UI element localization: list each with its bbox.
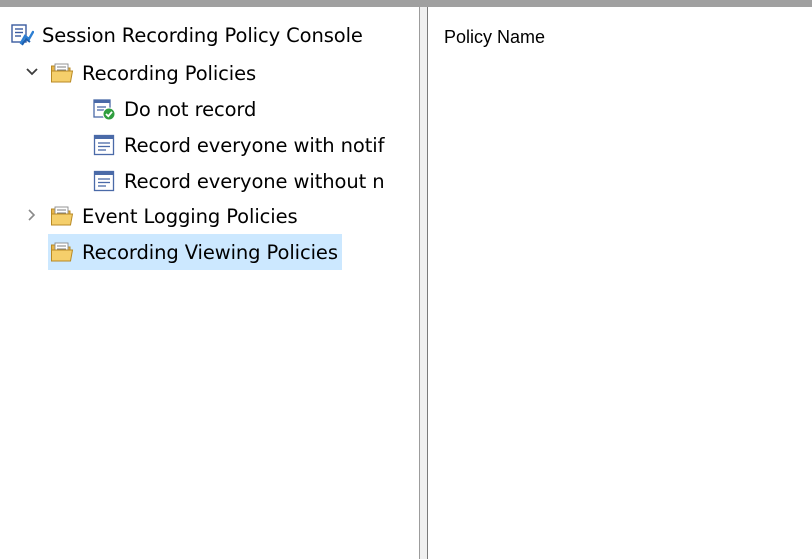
console-icon	[10, 23, 35, 47]
mmc-window: Session Recording Policy Console Recordi…	[0, 0, 812, 559]
folder-icon	[50, 240, 74, 264]
tree-node-label: Record everyone without n	[124, 169, 385, 193]
tree-node-label: Record everyone with notif	[124, 133, 385, 157]
folder-icon	[50, 204, 74, 228]
folder-icon	[50, 61, 74, 85]
chevron-right-icon[interactable]	[24, 207, 40, 223]
tree-node-label: Recording Viewing Policies	[82, 240, 338, 264]
tree-node-recording-viewing-policies[interactable]: Recording Viewing Policies	[48, 234, 342, 270]
tree-node-label: Recording Policies	[82, 61, 257, 85]
chevron-down-icon[interactable]	[24, 64, 40, 80]
active-policy-icon	[92, 97, 116, 121]
tree-node-policy-do-not-record[interactable]: Do not record	[92, 91, 260, 127]
tree-node-label: Event Logging Policies	[82, 204, 298, 228]
details-pane[interactable]: Policy Name	[428, 7, 812, 559]
column-header-policy-name[interactable]: Policy Name	[444, 27, 545, 48]
policy-icon	[92, 133, 116, 157]
tree-node-recording-policies[interactable]: Recording Policies	[50, 55, 260, 91]
window-top-border	[0, 0, 812, 7]
tree-node-event-logging-policies[interactable]: Event Logging Policies	[50, 198, 302, 234]
tree-node-root[interactable]: Session Recording Policy Console	[10, 17, 367, 53]
tree-node-label: Do not record	[124, 97, 257, 121]
console-tree-pane[interactable]: Session Recording Policy Console Recordi…	[0, 7, 419, 559]
tree-node-policy-record-without-notification[interactable]: Record everyone without n	[92, 163, 389, 199]
tree-node-policy-record-with-notification[interactable]: Record everyone with notif	[92, 127, 388, 163]
pane-splitter[interactable]	[419, 7, 428, 559]
tree-node-label: Session Recording Policy Console	[42, 23, 363, 47]
policy-icon	[92, 169, 116, 193]
